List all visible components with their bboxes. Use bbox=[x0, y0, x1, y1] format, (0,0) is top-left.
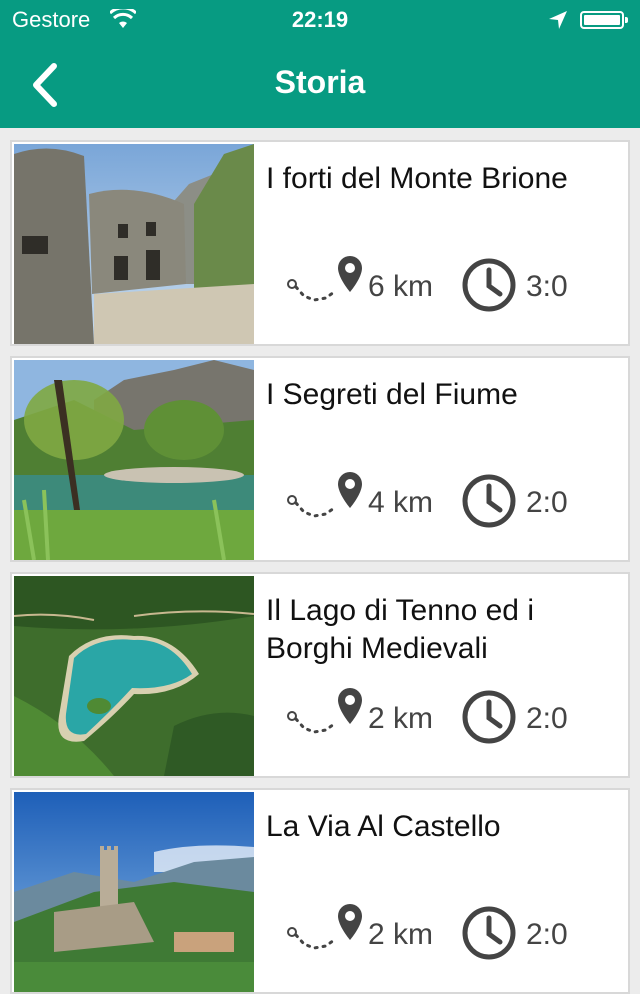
item-distance: 2 km bbox=[368, 918, 434, 951]
route-pin-icon bbox=[287, 256, 362, 302]
item-duration: 2:0 bbox=[526, 702, 568, 735]
location-arrow-icon bbox=[549, 11, 567, 29]
item-thumbnail bbox=[14, 792, 254, 992]
item-duration: 2:0 bbox=[526, 486, 568, 519]
item-title: La Via Al Castello bbox=[266, 810, 501, 843]
page-title: Storia bbox=[274, 64, 366, 100]
item-title: I Segreti del Fiume bbox=[266, 378, 518, 411]
item-title: Il Lago di Tenno ed i Borghi Medievali bbox=[266, 594, 534, 665]
list-item[interactable]: Il Lago di Tenno ed i Borghi Medievali 2… bbox=[10, 572, 630, 778]
item-thumbnail bbox=[14, 144, 254, 344]
item-title: I forti del Monte Brione bbox=[266, 162, 568, 195]
clock-icon bbox=[462, 906, 516, 960]
item-thumbnail bbox=[14, 576, 254, 776]
route-pin-icon bbox=[287, 904, 362, 950]
route-pin-icon bbox=[287, 472, 362, 518]
item-distance: 2 km bbox=[368, 702, 434, 735]
clock-icon bbox=[462, 690, 516, 744]
battery-icon bbox=[580, 11, 628, 29]
list-item[interactable]: I Segreti del Fiume 4 km 2:0 bbox=[10, 356, 630, 562]
item-distance: 6 km bbox=[368, 270, 434, 303]
item-duration: 3:0 bbox=[526, 270, 568, 303]
list-item[interactable]: La Via Al Castello 2 km 2:0 bbox=[10, 788, 630, 994]
item-duration: 2:0 bbox=[526, 918, 568, 951]
item-distance: 4 km bbox=[368, 486, 434, 519]
item-thumbnail bbox=[14, 360, 254, 560]
clock-icon bbox=[462, 474, 516, 528]
clock-icon bbox=[462, 258, 516, 312]
list-item[interactable]: I forti del Monte Brione 6 km 3:0 bbox=[10, 140, 630, 346]
status-time: 22:19 bbox=[291, 7, 349, 32]
route-pin-icon bbox=[287, 688, 362, 734]
top-bar: Gestore 22:19 Storia bbox=[0, 0, 640, 128]
status-bar: Gestore 22:19 bbox=[0, 0, 640, 40]
